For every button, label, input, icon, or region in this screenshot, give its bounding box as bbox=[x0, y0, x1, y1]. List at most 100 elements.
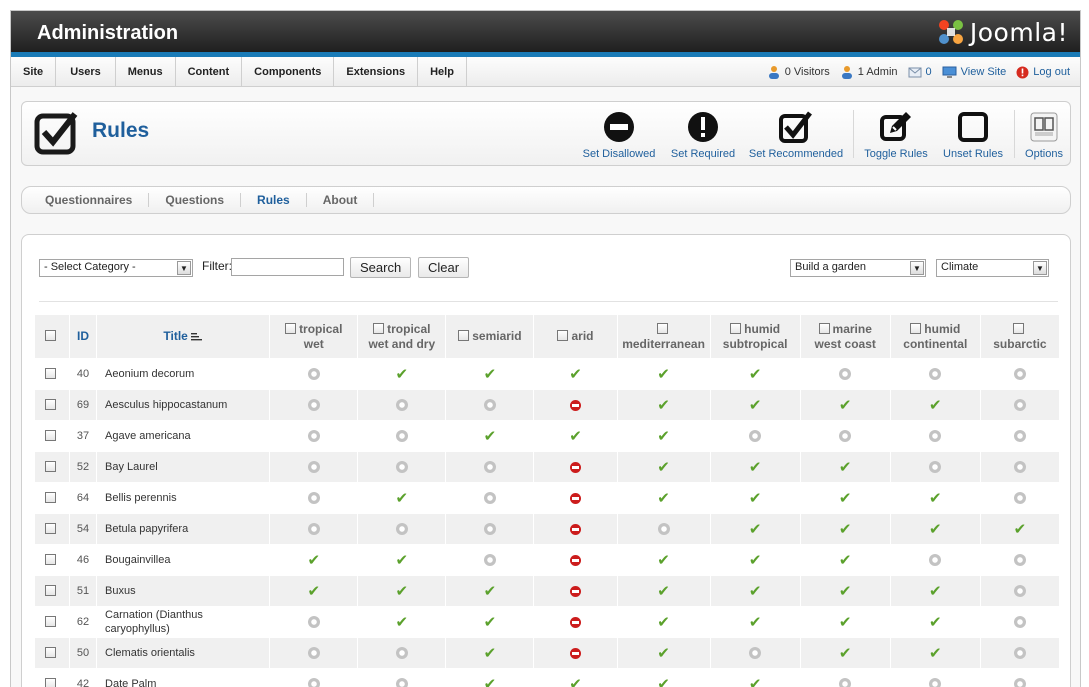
rule-cell[interactable]: ✔ bbox=[270, 576, 358, 606]
rule-cell[interactable] bbox=[890, 359, 980, 389]
rule-cell[interactable] bbox=[980, 638, 1059, 668]
row-title[interactable]: Aeonium decorum bbox=[97, 359, 270, 389]
title-header[interactable]: Title bbox=[97, 315, 270, 358]
rule-cell[interactable]: ✔ bbox=[446, 359, 534, 389]
unset-rules-button[interactable]: Unset Rules bbox=[940, 110, 1006, 160]
set-disallowed-button[interactable]: Set Disallowed bbox=[582, 110, 656, 160]
rule-cell[interactable]: ✔ bbox=[617, 452, 710, 482]
rule-cell[interactable] bbox=[446, 545, 534, 575]
rule-cell[interactable] bbox=[617, 514, 710, 544]
rule-cell[interactable] bbox=[980, 669, 1059, 687]
rule-cell[interactable] bbox=[534, 390, 617, 420]
rule-cell[interactable] bbox=[270, 359, 358, 389]
rule-cell[interactable]: ✔ bbox=[710, 669, 800, 687]
row-title[interactable]: Bellis perennis bbox=[97, 483, 270, 513]
rule-cell[interactable]: ✔ bbox=[890, 514, 980, 544]
row-title[interactable]: Carnation (Dianthus caryophyllus) bbox=[97, 607, 270, 637]
rule-cell[interactable] bbox=[980, 390, 1059, 420]
rule-cell[interactable] bbox=[446, 390, 534, 420]
rule-cell[interactable]: ✔ bbox=[710, 483, 800, 513]
row-checkbox[interactable] bbox=[45, 615, 57, 627]
column-checkbox[interactable] bbox=[656, 322, 668, 334]
rule-cell[interactable]: ✔ bbox=[270, 545, 358, 575]
rule-cell[interactable]: ✔ bbox=[800, 607, 890, 637]
rule-cell[interactable] bbox=[980, 607, 1059, 637]
rule-cell[interactable]: ✔ bbox=[710, 390, 800, 420]
joomla-logo[interactable]: Joomla! bbox=[936, 17, 1068, 47]
question-select[interactable]: Climate ▼ bbox=[936, 259, 1049, 277]
rule-cell[interactable] bbox=[358, 452, 446, 482]
rule-cell[interactable] bbox=[800, 359, 890, 389]
rule-cell[interactable] bbox=[358, 421, 446, 451]
row-title[interactable]: Aesculus hippocastanum bbox=[97, 390, 270, 420]
menu-help[interactable]: Help bbox=[418, 57, 467, 86]
rule-cell[interactable]: ✔ bbox=[800, 576, 890, 606]
rule-cell[interactable] bbox=[980, 421, 1059, 451]
questionnaire-select[interactable]: Build a garden ▼ bbox=[790, 259, 926, 277]
rule-cell[interactable] bbox=[980, 359, 1059, 389]
rule-cell[interactable] bbox=[358, 390, 446, 420]
rule-cell[interactable]: ✔ bbox=[617, 390, 710, 420]
rule-cell[interactable] bbox=[446, 452, 534, 482]
rule-cell[interactable]: ✔ bbox=[358, 359, 446, 389]
row-title[interactable]: Agave americana bbox=[97, 421, 270, 451]
rule-cell[interactable]: ✔ bbox=[800, 452, 890, 482]
rule-cell[interactable]: ✔ bbox=[710, 607, 800, 637]
rule-cell[interactable] bbox=[800, 669, 890, 687]
rule-cell[interactable] bbox=[890, 421, 980, 451]
menu-menus[interactable]: Menus bbox=[116, 57, 176, 86]
rule-cell[interactable]: ✔ bbox=[534, 359, 617, 389]
column-checkbox[interactable] bbox=[818, 322, 830, 334]
rule-cell[interactable] bbox=[534, 545, 617, 575]
search-button[interactable]: Search bbox=[350, 257, 412, 278]
rule-cell[interactable]: ✔ bbox=[358, 576, 446, 606]
row-title[interactable]: Bay Laurel bbox=[97, 452, 270, 482]
select-all-checkbox[interactable] bbox=[45, 330, 57, 341]
rule-cell[interactable] bbox=[270, 390, 358, 420]
rule-cell[interactable] bbox=[270, 483, 358, 513]
rule-cell[interactable] bbox=[358, 638, 446, 668]
rule-cell[interactable] bbox=[270, 452, 358, 482]
rule-cell[interactable]: ✔ bbox=[446, 638, 534, 668]
logout-link[interactable]: Log out bbox=[1016, 66, 1070, 79]
rule-cell[interactable] bbox=[534, 607, 617, 637]
rule-cell[interactable] bbox=[534, 483, 617, 513]
row-checkbox[interactable] bbox=[45, 553, 57, 565]
rule-cell[interactable] bbox=[270, 514, 358, 544]
rule-cell[interactable] bbox=[358, 669, 446, 687]
menu-content[interactable]: Content bbox=[176, 57, 243, 86]
view-site-link[interactable]: View Site bbox=[942, 66, 1006, 78]
rule-cell[interactable] bbox=[534, 514, 617, 544]
menu-users[interactable]: Users bbox=[56, 57, 116, 86]
row-checkbox[interactable] bbox=[45, 460, 57, 472]
row-checkbox[interactable] bbox=[45, 677, 57, 687]
rule-cell[interactable]: ✔ bbox=[800, 514, 890, 544]
rule-cell[interactable]: ✔ bbox=[710, 545, 800, 575]
rule-cell[interactable] bbox=[980, 576, 1059, 606]
rule-cell[interactable]: ✔ bbox=[446, 669, 534, 687]
filter-input[interactable] bbox=[231, 258, 344, 276]
messages-link[interactable]: 0 bbox=[908, 66, 932, 78]
row-checkbox[interactable] bbox=[45, 367, 57, 379]
rule-cell[interactable]: ✔ bbox=[800, 638, 890, 668]
rule-cell[interactable]: ✔ bbox=[890, 390, 980, 420]
row-checkbox[interactable] bbox=[45, 584, 57, 596]
submenu-questions[interactable]: Questions bbox=[155, 193, 242, 207]
rule-cell[interactable]: ✔ bbox=[800, 390, 890, 420]
rule-cell[interactable]: ✔ bbox=[890, 607, 980, 637]
rule-cell[interactable]: ✔ bbox=[710, 514, 800, 544]
rule-cell[interactable]: ✔ bbox=[446, 576, 534, 606]
rule-cell[interactable]: ✔ bbox=[358, 545, 446, 575]
column-checkbox[interactable] bbox=[458, 330, 470, 341]
row-title[interactable]: Bougainvillea bbox=[97, 545, 270, 575]
row-title[interactable]: Buxus bbox=[97, 576, 270, 606]
rule-cell[interactable]: ✔ bbox=[980, 514, 1059, 544]
rule-cell[interactable] bbox=[890, 452, 980, 482]
rule-cell[interactable] bbox=[710, 638, 800, 668]
rule-cell[interactable]: ✔ bbox=[534, 669, 617, 687]
submenu-rules[interactable]: Rules bbox=[247, 193, 307, 207]
submenu-about[interactable]: About bbox=[313, 193, 375, 207]
rule-cell[interactable]: ✔ bbox=[710, 576, 800, 606]
row-title[interactable]: Date Palm bbox=[97, 669, 270, 687]
menu-components[interactable]: Components bbox=[242, 57, 335, 86]
